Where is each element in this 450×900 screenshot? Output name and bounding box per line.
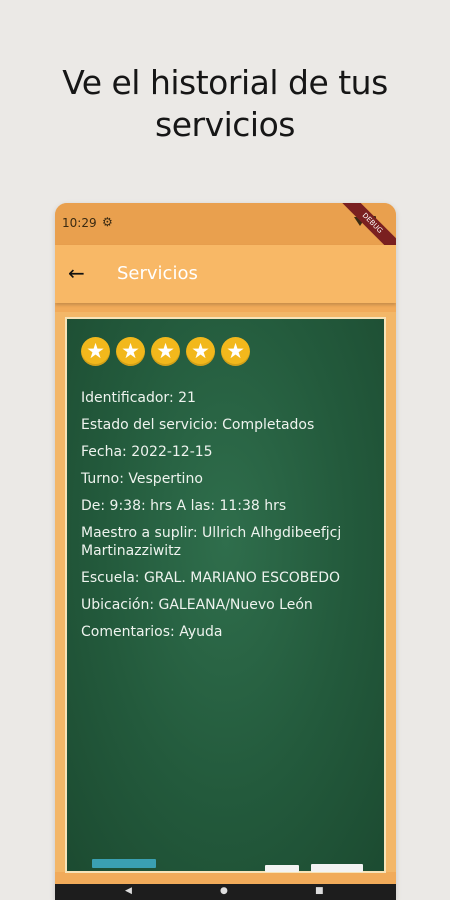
service-teacher-line2: Martinazziwitz xyxy=(81,543,182,559)
nav-home-icon[interactable]: ● xyxy=(220,886,230,896)
chalk-piece-white xyxy=(265,865,299,872)
arrow-left-icon[interactable]: ← xyxy=(68,261,85,285)
status-time: 10:29 xyxy=(62,216,97,230)
star-icon: ★ xyxy=(151,337,180,366)
service-teacher: Maestro a suplir: Ullrich Alhgdibeefjcj … xyxy=(81,524,371,560)
service-details: Identificador: 21 Estado del servicio: C… xyxy=(81,389,371,650)
service-schedule: De: 9:38: hrs A las: 11:38 hrs xyxy=(81,498,287,514)
star-icon: ★ xyxy=(81,337,110,366)
chalk-eraser xyxy=(311,864,363,872)
service-status: Estado del servicio: Completados xyxy=(81,417,315,433)
service-comments: Comentarios: Ayuda xyxy=(81,624,223,640)
promo-headline: Ve el historial de tus servicios xyxy=(0,62,450,146)
phone-screen: 10:29 ⚙ DEBUG ← Servicios ★ ★ ★ ★ ★ Iden… xyxy=(55,203,396,900)
service-shift: Turno: Vespertino xyxy=(81,471,203,487)
nav-back-icon[interactable]: ◀ xyxy=(125,886,135,896)
gear-icon: ⚙ xyxy=(102,215,113,229)
service-school: Escuela: GRAL. MARIANO ESCOBEDO xyxy=(81,570,341,586)
status-bar: 10:29 ⚙ DEBUG xyxy=(55,203,396,264)
system-navigation-bar: ◀ ● ■ xyxy=(55,884,396,900)
service-identifier: Identificador: 21 xyxy=(81,390,196,406)
star-icon: ★ xyxy=(116,337,145,366)
nav-recents-icon[interactable]: ■ xyxy=(315,886,325,896)
service-teacher-line1: Maestro a suplir: Ullrich Alhgdibeefjcj xyxy=(81,525,342,541)
star-icon: ★ xyxy=(221,337,250,366)
chalk-piece-blue xyxy=(92,859,156,868)
chalkboard: ★ ★ ★ ★ ★ Identificador: 21 Estado del s… xyxy=(65,317,386,873)
promo-headline-line2: servicios xyxy=(155,105,295,144)
star-rating: ★ ★ ★ ★ ★ xyxy=(81,337,250,366)
service-date: Fecha: 2022-12-15 xyxy=(81,444,213,460)
app-bar: ← Servicios xyxy=(55,245,396,303)
promo-headline-line1: Ve el historial de tus xyxy=(62,63,388,102)
service-location: Ubicación: GALEANA/Nuevo León xyxy=(81,597,313,613)
star-icon: ★ xyxy=(186,337,215,366)
page-title: Servicios xyxy=(117,263,198,284)
